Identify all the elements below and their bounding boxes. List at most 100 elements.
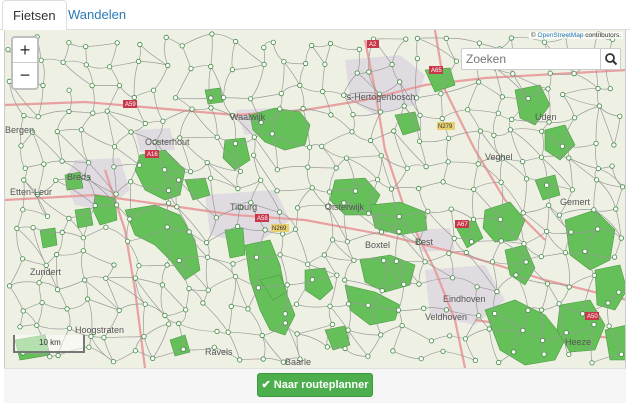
route-node[interactable] (259, 332, 265, 339)
route-node[interactable] (125, 238, 131, 244)
route-node[interactable] (326, 189, 333, 195)
route-node[interactable] (495, 110, 501, 116)
route-node[interactable] (453, 58, 460, 64)
route-node[interactable] (477, 128, 483, 134)
route-node[interactable] (282, 320, 288, 326)
route-node[interactable] (86, 344, 92, 350)
route-node[interactable] (261, 61, 267, 68)
route-node[interactable] (395, 307, 402, 313)
route-node[interactable] (83, 62, 89, 68)
route-node[interactable] (253, 254, 260, 260)
route-node[interactable] (232, 141, 238, 147)
route-node[interactable] (83, 44, 89, 50)
route-node[interactable] (269, 131, 275, 137)
route-node[interactable] (571, 70, 577, 77)
route-node[interactable] (22, 165, 28, 171)
route-node[interactable] (414, 55, 420, 62)
route-node[interactable] (571, 115, 578, 121)
route-node[interactable] (186, 229, 192, 235)
route-node[interactable] (66, 87, 72, 93)
route-node[interactable] (111, 144, 118, 150)
route-node[interactable] (510, 71, 516, 77)
route-node[interactable] (294, 331, 300, 337)
route-node[interactable] (309, 185, 315, 191)
route-node[interactable] (136, 162, 143, 168)
route-node[interactable] (66, 215, 72, 221)
route-node[interactable] (54, 129, 60, 135)
route-node[interactable] (329, 321, 335, 327)
route-node[interactable] (225, 329, 231, 335)
route-node[interactable] (277, 106, 283, 112)
route-node[interactable] (176, 257, 182, 264)
route-node[interactable] (538, 254, 544, 260)
route-node[interactable] (544, 281, 551, 287)
route-planner-button[interactable]: ✔ Naar routeplanner (257, 373, 373, 397)
route-node[interactable] (391, 128, 397, 134)
route-node[interactable] (237, 357, 243, 363)
route-node[interactable] (539, 337, 546, 344)
route-node[interactable] (297, 82, 303, 89)
route-node[interactable] (378, 229, 385, 235)
route-node[interactable] (251, 152, 257, 158)
route-node[interactable] (416, 185, 422, 191)
route-node[interactable] (566, 351, 572, 357)
route-node[interactable] (245, 306, 251, 312)
route-node[interactable] (228, 303, 234, 309)
route-node[interactable] (30, 225, 36, 231)
route-node[interactable] (20, 207, 26, 213)
route-node[interactable] (595, 166, 601, 172)
route-node[interactable] (36, 280, 42, 286)
route-node[interactable] (525, 95, 531, 102)
route-node[interactable] (538, 307, 545, 313)
route-node[interactable] (491, 132, 497, 138)
route-node[interactable] (128, 129, 134, 135)
route-node[interactable] (136, 58, 142, 64)
route-node[interactable] (260, 356, 266, 362)
route-node[interactable] (613, 206, 619, 212)
route-node[interactable] (489, 259, 495, 265)
route-node[interactable] (559, 143, 566, 149)
route-node[interactable] (468, 239, 475, 245)
route-node[interactable] (334, 272, 340, 278)
route-node[interactable] (142, 301, 148, 307)
route-node[interactable] (17, 324, 23, 330)
route-node[interactable] (113, 191, 119, 197)
route-node[interactable] (281, 59, 287, 65)
route-node[interactable] (521, 241, 527, 247)
route-node[interactable] (378, 332, 384, 338)
route-node[interactable] (447, 333, 453, 339)
route-node[interactable] (44, 213, 51, 219)
route-node[interactable] (235, 186, 241, 192)
route-node[interactable] (300, 105, 306, 112)
route-node[interactable] (309, 277, 315, 283)
route-node[interactable] (116, 307, 122, 313)
route-node[interactable] (320, 88, 326, 95)
search-button[interactable] (600, 49, 620, 69)
route-node[interactable] (6, 283, 13, 289)
route-node[interactable] (59, 158, 65, 164)
route-node[interactable] (319, 143, 325, 149)
route-node[interactable] (349, 129, 355, 135)
route-node[interactable] (556, 212, 563, 218)
route-node[interactable] (200, 300, 206, 306)
route-node[interactable] (293, 301, 300, 307)
route-node[interactable] (562, 250, 569, 256)
route-node[interactable] (545, 86, 551, 92)
route-node[interactable] (618, 351, 625, 357)
route-node[interactable] (162, 312, 168, 319)
route-node[interactable] (616, 289, 622, 295)
route-node[interactable] (446, 250, 452, 256)
route-node[interactable] (539, 128, 545, 134)
route-node[interactable] (523, 176, 530, 182)
route-node[interactable] (472, 357, 478, 363)
route-node[interactable] (278, 90, 284, 97)
route-node[interactable] (367, 137, 374, 144)
route-node[interactable] (476, 313, 482, 319)
route-node[interactable] (66, 40, 72, 46)
route-node[interactable] (345, 301, 352, 307)
route-node[interactable] (440, 348, 446, 354)
route-node[interactable] (365, 210, 372, 216)
route-node[interactable] (305, 261, 311, 267)
route-node[interactable] (365, 302, 371, 308)
route-node[interactable] (498, 238, 504, 244)
